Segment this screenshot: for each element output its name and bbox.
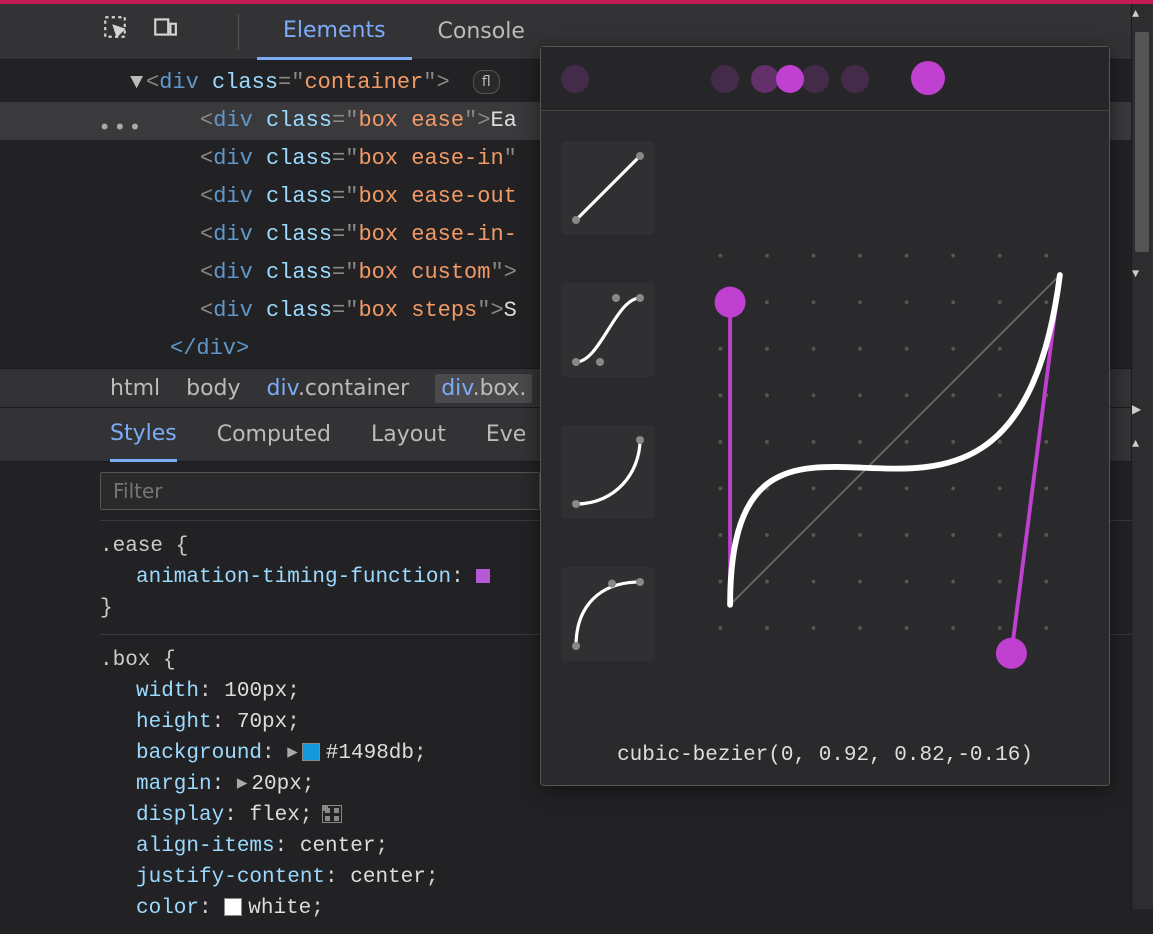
- prop-name[interactable]: display: [136, 804, 224, 827]
- bezier-presets: [561, 131, 681, 710]
- bezier-body: [541, 111, 1109, 730]
- preset-ease-in-out[interactable]: [561, 283, 655, 377]
- tab-layout[interactable]: Layout: [371, 408, 446, 462]
- tab-styles[interactable]: Styles: [110, 408, 177, 462]
- bezier-editor-popup[interactable]: cubic-bezier(0, 0.92, 0.82,-0.16): [540, 46, 1110, 786]
- attr-value: box ease-in-: [358, 222, 516, 247]
- expand-icon[interactable]: ▸: [287, 742, 298, 765]
- prop-name[interactable]: height: [136, 711, 212, 734]
- scroll-up-icon[interactable]: ▲: [1132, 4, 1139, 24]
- scroll-up-icon[interactable]: ▲: [1132, 434, 1139, 454]
- prop-name[interactable]: margin: [136, 773, 212, 796]
- bezier-handle-p1[interactable]: [715, 287, 746, 318]
- expand-icon[interactable]: ▸: [237, 773, 248, 796]
- prop-value[interactable]: #1498db: [326, 742, 414, 765]
- attr-value: box ease: [358, 108, 464, 133]
- preview-ball-icon: [841, 65, 869, 93]
- tab-event-listeners[interactable]: Eve: [486, 408, 526, 462]
- selector[interactable]: .ease: [100, 535, 163, 558]
- prop-value[interactable]: 100px: [224, 680, 287, 703]
- bezier-preview-track: [541, 47, 1109, 111]
- styles-filter-input[interactable]: [100, 472, 540, 510]
- scroll-thumb[interactable]: [1135, 32, 1149, 252]
- preset-ease-in[interactable]: [561, 425, 655, 519]
- attr-value: container: [304, 70, 423, 95]
- tab-console[interactable]: Console: [412, 4, 551, 60]
- flex-editor-icon[interactable]: [322, 805, 342, 823]
- chevron-right-icon[interactable]: ▶: [1132, 399, 1141, 419]
- preview-ball-icon: [561, 65, 589, 93]
- bezier-output-text[interactable]: cubic-bezier(0, 0.92, 0.82,-0.16): [541, 730, 1109, 785]
- prop-value[interactable]: center: [300, 835, 376, 858]
- text-node: Ea: [490, 108, 516, 133]
- color-swatch-icon[interactable]: [302, 743, 320, 761]
- attr-value: box ease-in: [358, 146, 503, 171]
- selector[interactable]: .box: [100, 649, 150, 672]
- bezier-swatch-icon[interactable]: [476, 569, 490, 583]
- tab-computed[interactable]: Computed: [217, 408, 331, 462]
- bezier-curve-editor[interactable]: [701, 131, 1089, 710]
- prop-name[interactable]: align-items: [136, 835, 275, 858]
- preview-ball-icon: [711, 65, 739, 93]
- color-swatch-icon[interactable]: [224, 898, 242, 916]
- vertical-scrollbar[interactable]: ▲ ▼ ▶ ▲: [1131, 4, 1153, 909]
- prop-value[interactable]: flex: [249, 804, 299, 827]
- device-toolbar-icon[interactable]: [150, 14, 180, 47]
- preset-ease-out[interactable]: [561, 567, 655, 661]
- prop-name[interactable]: animation-timing-function: [136, 566, 451, 589]
- tab-elements[interactable]: Elements: [257, 4, 412, 60]
- toolbar-icons: [100, 14, 180, 47]
- scroll-down-icon[interactable]: ▼: [1132, 264, 1139, 284]
- flex-badge[interactable]: fl: [473, 70, 500, 94]
- breadcrumb-box[interactable]: div.box.: [435, 374, 532, 403]
- tag-name: div: [159, 70, 199, 95]
- prop-value[interactable]: 70px: [237, 711, 287, 734]
- attr-value: box steps: [358, 298, 477, 323]
- element-picker-icon[interactable]: [100, 14, 130, 47]
- more-actions-icon[interactable]: •••: [98, 110, 144, 148]
- prop-name[interactable]: width: [136, 680, 199, 703]
- preview-ball-icon: [911, 61, 945, 95]
- breadcrumb-body[interactable]: body: [186, 376, 240, 401]
- attr-value: box custom: [358, 260, 490, 285]
- prop-name[interactable]: background: [136, 742, 262, 765]
- prop-name[interactable]: justify-content: [136, 866, 325, 889]
- preview-ball-icon: [801, 65, 829, 93]
- bezier-handle-p2[interactable]: [996, 638, 1027, 669]
- preview-ball-icon: [751, 65, 779, 93]
- preset-linear[interactable]: [561, 141, 655, 235]
- prop-value[interactable]: 20px: [251, 773, 301, 796]
- separator: [238, 14, 239, 50]
- prop-value[interactable]: center: [350, 866, 426, 889]
- attr-value: box ease-out: [358, 184, 516, 209]
- text-node: S: [504, 298, 517, 323]
- breadcrumb-container[interactable]: div.container: [267, 376, 410, 401]
- preview-ball-icon: [776, 65, 804, 93]
- breadcrumb-html[interactable]: html: [110, 376, 160, 401]
